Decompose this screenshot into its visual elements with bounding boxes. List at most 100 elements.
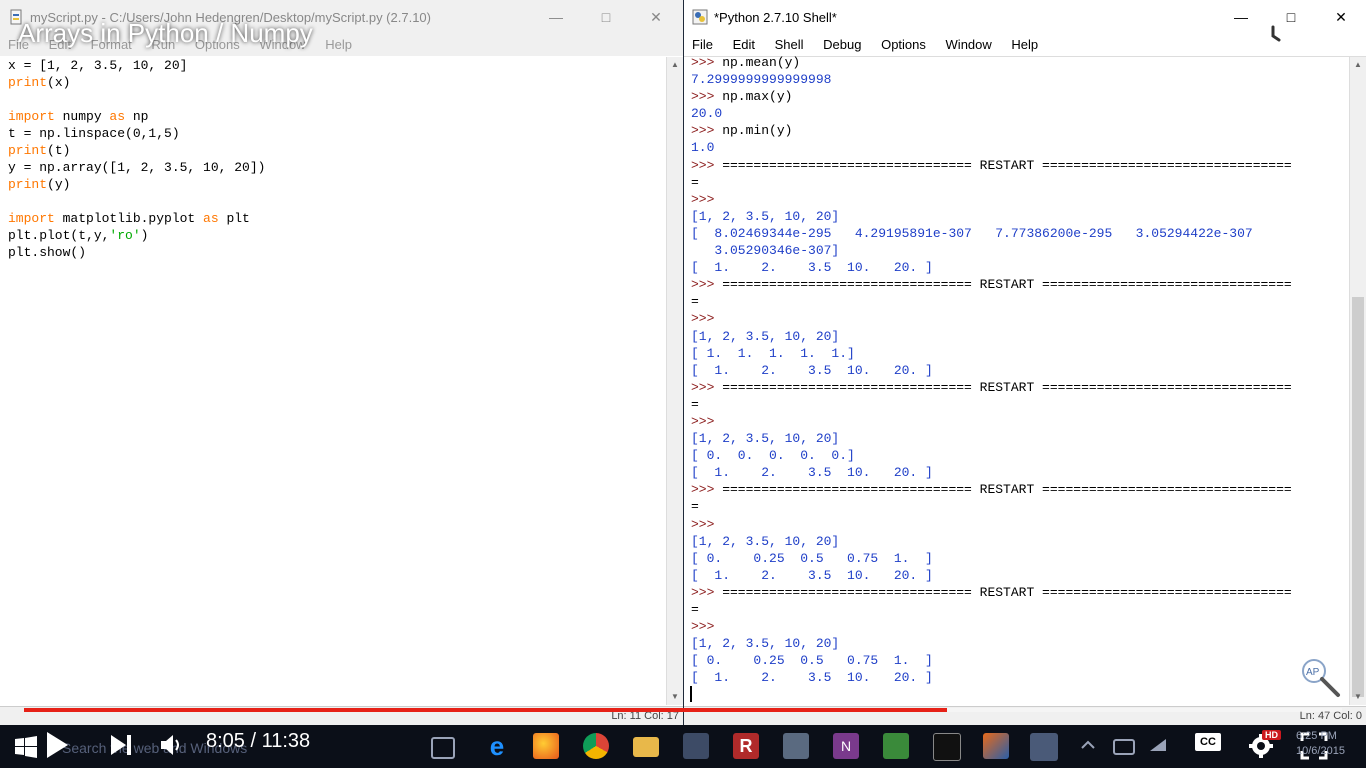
menu-debug[interactable]: Debug bbox=[815, 34, 869, 52]
shell-output[interactable]: >>> np.mean(y) 7.2999999999999998 >>> np.m… bbox=[691, 54, 1346, 704]
video-progress-played bbox=[24, 708, 947, 712]
shell-line: [ 0. 0.25 0.5 0.75 1. ] bbox=[691, 550, 933, 566]
scroll-down-arrow-icon[interactable]: ▼ bbox=[1353, 692, 1363, 702]
svg-text:AP: AP bbox=[1306, 667, 1320, 678]
code-line[interactable]: import matplotlib.pyplot as plt bbox=[8, 210, 660, 227]
shell-line: >>> bbox=[691, 413, 715, 429]
python-shell-icon bbox=[692, 9, 708, 25]
shell-title: *Python 2.7.10 Shell* bbox=[714, 10, 837, 25]
menu-options[interactable]: Options bbox=[873, 34, 934, 52]
shell-line: >>> np.max(y) bbox=[691, 89, 793, 105]
minimize-button[interactable]: — bbox=[546, 8, 566, 26]
editor-window: myScript.py - C:/Users/John Hedengren/De… bbox=[0, 0, 685, 726]
shell-line: [ 1. 1. 1. 1. 1.] bbox=[691, 345, 855, 361]
menu-file[interactable]: File bbox=[684, 34, 721, 52]
battery-icon[interactable] bbox=[1113, 739, 1135, 755]
menu-help[interactable]: Help bbox=[317, 34, 360, 52]
code-editor[interactable]: x = [1, 2, 3.5, 10, 20] print(x) import n… bbox=[8, 57, 660, 697]
menu-edit[interactable]: Edit bbox=[725, 34, 763, 52]
minimize-button[interactable]: — bbox=[1231, 8, 1251, 26]
wifi-icon[interactable] bbox=[1148, 735, 1168, 755]
shell-line: = bbox=[691, 396, 699, 412]
close-button[interactable]: ✕ bbox=[646, 8, 666, 26]
shell-line: >>> ================================ RES… bbox=[691, 584, 1292, 600]
closed-captions-button[interactable]: CC bbox=[1195, 733, 1221, 751]
matlab-icon[interactable] bbox=[983, 733, 1009, 759]
code-line[interactable]: plt.plot(t,y,'ro') bbox=[8, 227, 660, 244]
shell-line: >>> ================================ RES… bbox=[691, 482, 1292, 498]
code-line[interactable]: print(y) bbox=[8, 176, 660, 193]
code-line[interactable]: print(x) bbox=[8, 74, 660, 91]
share-arrow-icon[interactable] bbox=[1310, 21, 1344, 51]
menu-help[interactable]: Help bbox=[1003, 34, 1046, 52]
next-video-icon[interactable] bbox=[108, 732, 134, 758]
zoom-magnifier-icon[interactable]: AP bbox=[1298, 657, 1344, 699]
shell-line: = bbox=[691, 174, 699, 190]
shell-window: *Python 2.7.10 Shell* — □ ✕ File Edit Sh… bbox=[684, 0, 1366, 726]
shell-line: 3.05290346e-307] bbox=[691, 243, 840, 259]
video-title[interactable]: Arrays in Python / Numpy bbox=[18, 18, 313, 49]
code-line[interactable]: t = np.linspace(0,1,5) bbox=[8, 125, 660, 142]
shell-line: [1, 2, 3.5, 10, 20] bbox=[691, 636, 840, 652]
shell-line: >>> ================================ RES… bbox=[691, 157, 1292, 173]
watch-later-clock-icon[interactable] bbox=[1256, 19, 1290, 53]
task-view-icon[interactable] bbox=[431, 737, 455, 759]
python-idle-icon[interactable] bbox=[883, 733, 909, 759]
shell-line: 20.0 bbox=[691, 106, 723, 122]
shell-line: >>> bbox=[691, 516, 715, 532]
shell-line: [ 0. 0. 0. 0. 0.] bbox=[691, 448, 855, 464]
shell-line: [ 8.02469344e-295 4.29195891e-307 7.7738… bbox=[691, 225, 1253, 241]
maximize-button[interactable]: □ bbox=[596, 8, 616, 26]
shell-line: [ 0. 0.25 0.5 0.75 1. ] bbox=[691, 653, 933, 669]
shell-line: [ 1. 2. 3.5 10. 20. ] bbox=[691, 465, 933, 481]
shell-line: >>> bbox=[691, 311, 715, 327]
code-line[interactable]: print(t) bbox=[8, 142, 660, 159]
code-line[interactable]: plt.show() bbox=[8, 244, 660, 261]
onenote-icon[interactable]: N bbox=[833, 733, 859, 759]
shell-line: [1, 2, 3.5, 10, 20] bbox=[691, 431, 840, 447]
shell-line: >>> ================================ RES… bbox=[691, 277, 1292, 293]
shell-line: [ 1. 2. 3.5 10. 20. ] bbox=[691, 362, 933, 378]
video-progress-bar[interactable] bbox=[24, 708, 1342, 712]
code-line[interactable]: x = [1, 2, 3.5, 10, 20] bbox=[8, 57, 660, 74]
chevron-up-icon[interactable] bbox=[1080, 737, 1096, 753]
clock-date: 10/6/2015 bbox=[1296, 745, 1345, 757]
store-icon[interactable] bbox=[683, 733, 709, 759]
shell-line: = bbox=[691, 294, 699, 310]
r-app-icon[interactable]: R bbox=[733, 733, 759, 759]
volume-icon[interactable] bbox=[158, 732, 184, 758]
shell-line: 1.0 bbox=[691, 140, 715, 156]
video-time: 8:05 / 11:38 bbox=[206, 730, 311, 752]
text-cursor bbox=[690, 686, 692, 702]
code-line[interactable]: y = np.array([1, 2, 3.5, 10, 20]) bbox=[8, 159, 660, 176]
scroll-up-arrow-icon[interactable]: ▲ bbox=[670, 60, 680, 70]
active-python-icon[interactable] bbox=[1030, 733, 1058, 761]
chrome-icon[interactable] bbox=[583, 733, 609, 759]
clock-time: 6:25 PM bbox=[1296, 730, 1337, 742]
edge-browser-icon[interactable]: e bbox=[484, 733, 510, 759]
shell-line: [1, 2, 3.5, 10, 20] bbox=[691, 328, 840, 344]
scroll-down-arrow-icon[interactable]: ▼ bbox=[670, 692, 680, 702]
code-line[interactable]: import numpy as np bbox=[8, 108, 660, 125]
scrollbar-thumb[interactable] bbox=[1352, 297, 1364, 697]
code-line[interactable] bbox=[8, 193, 660, 210]
play-icon[interactable] bbox=[44, 730, 70, 760]
tool-app-icon[interactable] bbox=[783, 733, 809, 759]
menu-shell[interactable]: Shell bbox=[767, 34, 812, 52]
shell-line: = bbox=[691, 499, 699, 515]
code-line[interactable] bbox=[8, 91, 660, 108]
command-prompt-icon[interactable] bbox=[933, 733, 961, 761]
shell-line: >>> np.min(y) bbox=[691, 123, 793, 139]
editor-scrollbar[interactable]: ▲ ▼ bbox=[666, 57, 683, 705]
file-explorer-icon[interactable] bbox=[633, 737, 659, 757]
scroll-up-arrow-icon[interactable]: ▲ bbox=[1353, 60, 1363, 70]
shell-scrollbar[interactable]: ▲ ▼ bbox=[1349, 57, 1366, 705]
shell-line: 7.2999999999999998 bbox=[691, 72, 832, 88]
shell-line: [ 1. 2. 3.5 10. 20. ] bbox=[691, 260, 933, 276]
system-clock: 6:25 PM 10/6/2015 bbox=[1296, 729, 1345, 759]
windows-start-icon[interactable] bbox=[14, 735, 38, 759]
firefox-icon[interactable] bbox=[533, 733, 559, 759]
menu-window[interactable]: Window bbox=[938, 34, 1000, 52]
shell-line: [ 1. 2. 3.5 10. 20. ] bbox=[691, 670, 933, 686]
hd-badge: HD bbox=[1262, 730, 1281, 740]
